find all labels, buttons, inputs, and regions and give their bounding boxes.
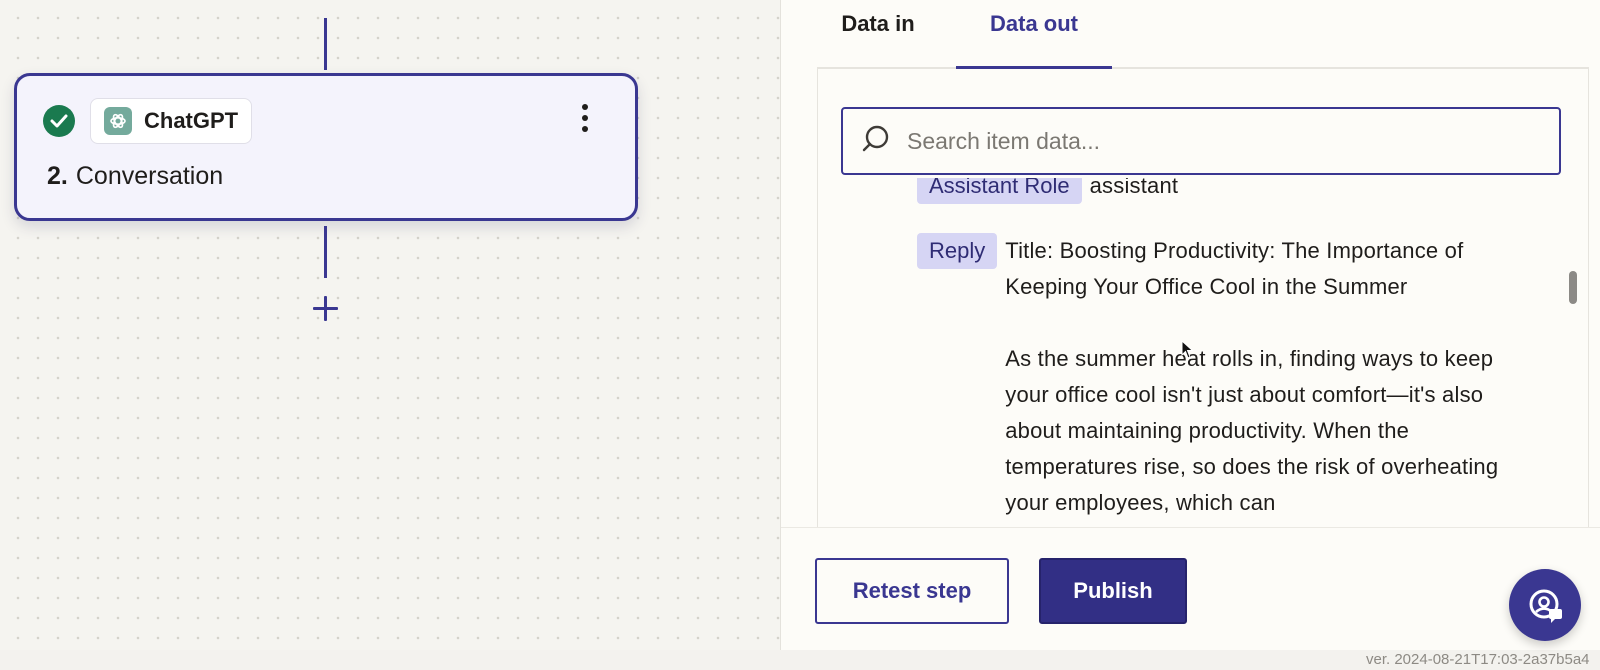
support-chat-icon[interactable] (1509, 569, 1581, 641)
tab-data-in[interactable]: Data in (815, 0, 941, 68)
check-circle-icon (43, 105, 75, 137)
connector-line-top (324, 18, 327, 70)
version-label: ver. 2024-08-21T17:03-2a37b5a4 (1366, 651, 1590, 668)
connector-line-bottom (324, 226, 327, 278)
app-name: ChatGPT (144, 108, 239, 133)
retest-step-button[interactable]: Retest step (815, 558, 1009, 624)
step-name: Conversation (75, 162, 224, 190)
workflow-canvas[interactable]: ChatGPT 2. Conversation (0, 0, 780, 650)
search-field[interactable] (841, 107, 1561, 175)
data-row: Assistant Role assistant (917, 178, 1589, 204)
step-number: 2. (47, 162, 68, 190)
data-row: Reply Title: Boosting Productivity: The … (917, 233, 1517, 521)
scrollbar-thumb[interactable] (1569, 271, 1577, 304)
step-title: 2. Conversation (47, 162, 223, 191)
mouse-cursor-icon (1181, 340, 1194, 359)
data-value: Title: Boosting Productivity: The Import… (1005, 238, 1499, 515)
step-details-panel: Data in Data out Assistant Role assistan… (780, 0, 1600, 650)
panel-footer: Retest step Publish (781, 527, 1600, 650)
step-card-conversation[interactable]: ChatGPT 2. Conversation (14, 73, 638, 221)
search-input[interactable] (907, 127, 1507, 155)
search-icon (861, 124, 891, 159)
more-options-icon[interactable] (577, 100, 593, 136)
app-chip: ChatGPT (90, 98, 252, 144)
data-key[interactable]: Reply (917, 233, 998, 269)
data-value: assistant (1089, 178, 1179, 198)
plus-icon[interactable] (309, 292, 341, 324)
publish-button[interactable]: Publish (1039, 558, 1187, 624)
tab-data-out[interactable]: Data out (956, 0, 1112, 68)
data-key[interactable]: Assistant Role (917, 178, 1082, 204)
data-out-list[interactable]: Assistant Role assistant Reply Title: Bo… (817, 178, 1589, 528)
chatgpt-icon (104, 107, 132, 135)
